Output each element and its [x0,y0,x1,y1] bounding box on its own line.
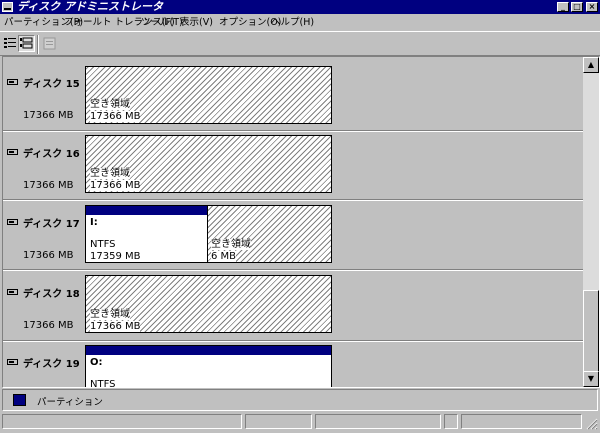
disk-separator [3,199,585,201]
status-pane [245,414,312,429]
region-size: 6 MB [211,251,237,262]
toolbar [0,31,600,56]
close-button[interactable]: × [586,2,598,12]
drive-letter: I: [90,217,98,228]
disk-size: 17366 MB [23,110,74,121]
volume-view-icon[interactable] [1,35,18,52]
partition-legend-label: パーティション [37,397,103,408]
status-pane [444,414,458,429]
toolbar-separator [37,35,39,54]
file-system: NTFS [90,239,116,250]
status-pane [461,414,582,429]
free-space-region[interactable]: 空き領域 6 MB [207,205,332,263]
disk-separator [3,130,585,132]
partition-color-bar [86,206,207,215]
disk-administrator-app-icon[interactable] [2,2,13,12]
free-space-region[interactable]: 空き領域 17366 MB [85,135,332,193]
partition-region[interactable]: O: NTFS [85,345,332,388]
menu-view[interactable]: 表示(V) [180,14,213,31]
size-grip-icon[interactable] [584,416,598,430]
hard-disk-icon [7,149,18,155]
vertical-scrollbar[interactable]: ▲ ▼ [583,57,599,387]
title-bar[interactable]: ディスク アドミニストレータ _ □ × [0,0,600,14]
disk-separator [3,269,585,271]
disk-name: ディスク 16 [23,149,80,160]
free-space-region[interactable]: 空き領域 17366 MB [85,275,332,333]
region-size: 17366 MB [90,111,141,122]
disk-size: 17366 MB [23,320,74,331]
disk-name: ディスク 15 [23,79,80,90]
hard-disk-icon [7,219,18,225]
region-label: 空き領域 [211,239,251,250]
status-pane [315,414,441,429]
window-title: ディスク アドミニストレータ [17,0,164,13]
region-label: 空き領域 [90,99,130,110]
region-size: 17366 MB [90,180,141,191]
partition-region[interactable]: I: NTFS 17359 MB [85,205,208,263]
region-size: 17359 MB [90,251,141,262]
hard-disk-icon [7,289,18,295]
disk-size: 17366 MB [23,180,74,191]
free-space-region[interactable]: 空き領域 17366 MB [85,66,332,124]
maximize-button[interactable]: □ [571,2,583,12]
disk-view-area[interactable]: ディスク 15 17366 MB 空き領域 17366 MB ディスク 16 1… [2,56,600,388]
hard-disk-icon [7,359,18,365]
menu-bar: パーティション(P) フォールト トレランス(F) ツール(T) 表示(V) オ… [0,14,600,31]
partition-color-bar [86,346,331,355]
disk-name: ディスク 19 [23,359,80,370]
properties-icon[interactable] [41,35,58,52]
menu-tools[interactable]: ツール(T) [141,14,183,31]
minimize-button[interactable]: _ [557,2,569,12]
disk-name: ディスク 17 [23,219,80,230]
region-label: 空き領域 [90,309,130,320]
disk-name: ディスク 18 [23,289,80,300]
region-label: 空き領域 [90,168,130,179]
disk-size: 17366 MB [23,250,74,261]
hard-disk-icon [7,79,18,85]
legend-bar: パーティション [2,389,598,411]
menu-help[interactable]: ヘルプ(H) [271,14,314,31]
disk-separator [3,340,585,342]
status-pane [2,414,242,429]
scroll-down-button[interactable]: ▼ [583,371,599,387]
scroll-up-button[interactable]: ▲ [583,57,599,73]
partition-legend-swatch [13,394,26,406]
scroll-thumb[interactable] [583,290,599,374]
drive-letter: O: [90,357,103,368]
region-size: 17366 MB [90,321,141,332]
status-bar [0,411,600,431]
file-system: NTFS [90,379,116,388]
disk-configuration-view-icon[interactable] [18,35,35,52]
